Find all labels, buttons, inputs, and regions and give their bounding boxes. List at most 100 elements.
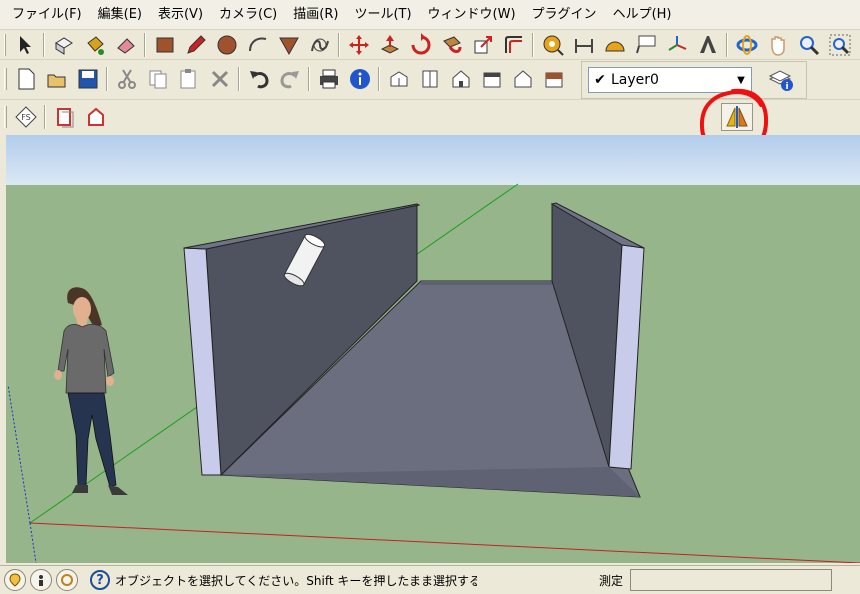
- layer-manager-button[interactable]: i: [764, 65, 798, 95]
- follow-me-button[interactable]: [436, 31, 467, 59]
- make-component-button[interactable]: [48, 31, 79, 59]
- arc-icon: [248, 37, 266, 51]
- scale-icon: [474, 35, 492, 53]
- zoom-icon: [799, 35, 819, 55]
- zoom-extents-button[interactable]: [855, 31, 860, 59]
- menu-item[interactable]: 表示(V): [150, 0, 211, 30]
- status-message: オブジェクトを選択してください。Shift キーを押したまま選択するか、ま: [115, 573, 477, 588]
- sketchup-window: { "menu": ["ファイル(F)","編集(E)","表示(V)","カメ…: [0, 0, 860, 594]
- freehand-icon: [310, 38, 329, 51]
- back-view-button[interactable]: [507, 65, 538, 93]
- help-icon[interactable]: ?: [90, 570, 110, 590]
- iso-view-button[interactable]: [383, 65, 414, 93]
- model-viewport[interactable]: [6, 135, 860, 563]
- zoom-window-icon: [829, 34, 850, 55]
- rotate-button[interactable]: [405, 31, 436, 59]
- toolbar-separator: [238, 67, 240, 91]
- delete-button[interactable]: [204, 65, 235, 93]
- standard-toolbar: [0, 61, 580, 97]
- menu-item[interactable]: ヘルプ(H): [605, 0, 680, 30]
- menu-item[interactable]: ウィンドウ(W): [420, 0, 524, 30]
- layers-toolbar: ✔ Layer0 ▼ i: [581, 61, 807, 99]
- axes-icon: [667, 35, 686, 51]
- zoom-button[interactable]: [793, 31, 824, 59]
- credits-icon[interactable]: [30, 569, 52, 591]
- text-button[interactable]: [630, 31, 661, 59]
- freehand-button[interactable]: [304, 31, 335, 59]
- orbit-button[interactable]: [731, 31, 762, 59]
- left-view-icon: [545, 72, 562, 88]
- push-pull-button[interactable]: [374, 31, 405, 59]
- print-button[interactable]: [313, 65, 344, 93]
- protractor-button[interactable]: [599, 31, 630, 59]
- offset-button[interactable]: [498, 31, 529, 59]
- menu-item[interactable]: カメラ(C): [211, 0, 285, 30]
- scale-button[interactable]: [467, 31, 498, 59]
- dimension-button[interactable]: [568, 31, 599, 59]
- undo-button[interactable]: [243, 65, 274, 93]
- sandbox-button[interactable]: FS: [10, 103, 41, 131]
- rectangle-button[interactable]: [149, 31, 180, 59]
- dimension-icon: [574, 38, 593, 53]
- arc-button[interactable]: [242, 31, 273, 59]
- offset-icon: [504, 35, 522, 53]
- open-file-button[interactable]: [41, 65, 72, 93]
- select-icon: [19, 35, 31, 54]
- left-view-button[interactable]: [538, 65, 569, 93]
- paint-bucket-button[interactable]: [79, 31, 110, 59]
- tape-measure-button[interactable]: [537, 31, 568, 59]
- save-button[interactable]: [72, 65, 103, 93]
- eraser-icon: [116, 37, 135, 54]
- iso-view-icon: [390, 71, 407, 87]
- front-view-icon: [452, 70, 469, 88]
- axes-button[interactable]: [661, 31, 692, 59]
- pencil-button[interactable]: [180, 31, 211, 59]
- pan-button[interactable]: [762, 31, 793, 59]
- select-button[interactable]: [9, 31, 40, 59]
- pencil-icon: [186, 34, 206, 54]
- right-view-button[interactable]: [476, 65, 507, 93]
- cut-button[interactable]: [111, 65, 142, 93]
- user-account-icon[interactable]: [56, 569, 78, 591]
- move-button[interactable]: [343, 31, 374, 59]
- toolbar-separator: [44, 104, 46, 129]
- text-icon: [635, 35, 655, 53]
- paste-icon: [180, 69, 195, 89]
- menu-bar: ファイル(F) 編集(E) 表示(V) カメラ(C) 描画(R) ツール(T) ウィンドウ(…: [0, 0, 860, 30]
- redo-button[interactable]: [274, 65, 305, 93]
- layer-check-icon: ✔: [594, 72, 606, 88]
- toolbar-separator: [378, 67, 380, 91]
- layer-dropdown[interactable]: ✔ Layer0 ▼: [588, 67, 752, 93]
- geo-location-icon[interactable]: [4, 569, 26, 591]
- top-view-button[interactable]: [414, 65, 445, 93]
- toolbar-grip[interactable]: [4, 105, 7, 128]
- toolbar-grip[interactable]: [4, 33, 6, 56]
- chevron-down-icon[interactable]: ▼: [731, 68, 751, 92]
- model-scene: [6, 135, 860, 563]
- front-view-button[interactable]: [445, 65, 476, 93]
- menu-item[interactable]: 描画(R): [285, 0, 346, 30]
- model-info-button[interactable]: [344, 65, 375, 93]
- toolbar-separator: [338, 32, 340, 57]
- menu-item[interactable]: ファイル(F): [4, 0, 90, 30]
- redo-icon: [279, 71, 299, 89]
- mirror-button[interactable]: [721, 103, 753, 131]
- section-display-button[interactable]: [80, 103, 111, 131]
- eraser-button[interactable]: [110, 31, 141, 59]
- make-component-icon: [54, 36, 73, 55]
- paste-button[interactable]: [173, 65, 204, 93]
- measure-input[interactable]: [630, 569, 832, 591]
- toolbar-grip[interactable]: [4, 68, 7, 90]
- menu-item[interactable]: 編集(E): [90, 0, 150, 30]
- zoom-window-button[interactable]: [824, 31, 855, 59]
- rotate-icon: [411, 32, 430, 54]
- menu-item[interactable]: ツール(T): [346, 0, 419, 30]
- menu-item[interactable]: プラグイン: [524, 0, 605, 30]
- 3d-text-button[interactable]: [692, 31, 723, 59]
- new-file-button[interactable]: [10, 65, 41, 93]
- section-plane-button[interactable]: [49, 103, 80, 131]
- polygon-button[interactable]: [273, 31, 304, 59]
- copy-button[interactable]: [142, 65, 173, 93]
- toolbar-separator: [726, 32, 728, 57]
- circle-button[interactable]: [211, 31, 242, 59]
